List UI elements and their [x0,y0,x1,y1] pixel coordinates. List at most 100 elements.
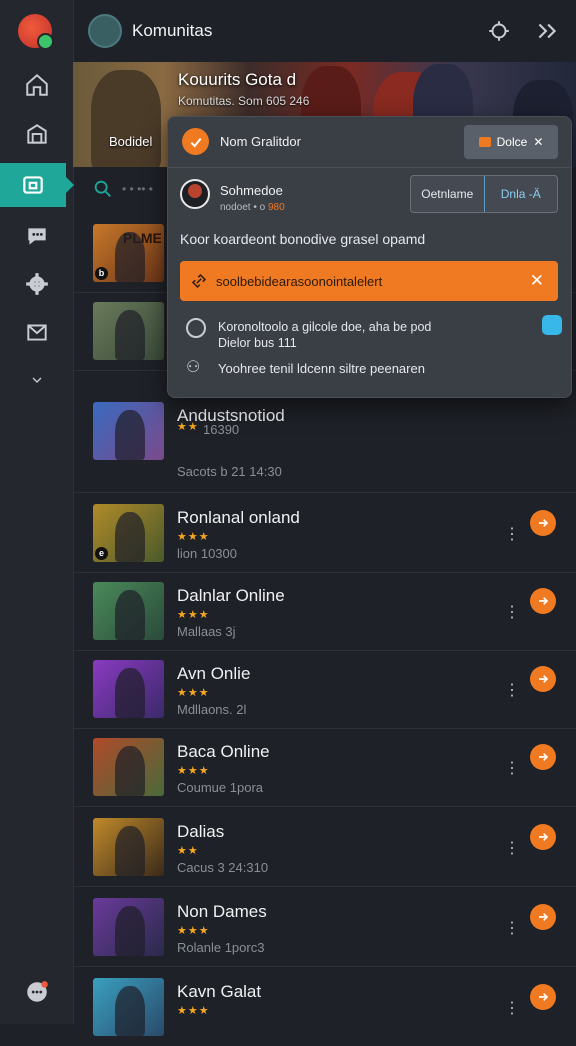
game-thumbnail [93,302,164,360]
rating-stars: ★★★ [177,1005,210,1017]
inbox-icon[interactable] [0,310,73,354]
list-item[interactable]: e Ronlanal onland ★★★ lion 10300 ⋮ [73,494,576,573]
top-header: Komunitas [73,0,576,62]
game-thumbnail [93,898,164,956]
close-button-label: Dolce [496,135,528,149]
rating-stars: ★★★ [177,765,210,777]
more-options-icon[interactable]: ⋮ [504,602,520,622]
notification-popup: Nom Gralitdor Dolce ✕ Sohmedoe nodoet • … [167,116,572,398]
segmented-control[interactable]: Oetnlame Dnla -Ä [410,175,558,213]
alert-text: soolbebidearasoonointalelert [216,273,383,289]
list-item[interactable]: Avn Onlie ★★★ Mdllaons. 2l ⋮ [73,650,576,729]
banner-title: Kouurits Gota d [178,70,297,89]
search-placeholder: • • •• • [122,182,154,196]
game-meta: Mallaas 3j [177,624,236,639]
list-item[interactable]: Kavn Galat ★★★ ⋮ [73,968,576,1046]
sidebar [0,0,74,1024]
popup-description: Koor koardeont bonodive grasel opamd [180,231,426,247]
game-title: Ronlanal onland [177,508,300,527]
join-action-icon[interactable] [530,824,556,850]
user-avatar[interactable] [180,179,210,209]
list-item[interactable]: Dalnlar Online ★★★ Mallaas 3j ⋮ [73,572,576,651]
user-meta-count: 980 [268,202,285,213]
more-options-icon[interactable]: ⋮ [504,998,520,1018]
chat-icon[interactable] [0,214,73,258]
game-meta: Coumue 1pora [177,780,263,795]
chevron-down-icon[interactable] [0,360,73,400]
store-icon[interactable] [0,112,73,156]
join-action-icon[interactable] [530,588,556,614]
thumbnail-badge: b [95,267,108,280]
game-meta: Mdllaons. 2l [177,702,247,717]
game-thumbnail [93,402,164,460]
game-thumbnail [93,978,164,1036]
game-thumbnail: PLME b [93,224,164,282]
popup-header: Nom Gralitdor Dolce ✕ [168,117,571,168]
rating-stars: ★★★ [177,609,210,621]
game-thumbnail [93,660,164,718]
game-meta-secondary: Sacots b 21 14:30 [177,464,282,479]
search-bar[interactable]: • • •• • [92,178,153,200]
check-icon [182,128,209,155]
more-options-icon[interactable]: ⋮ [504,918,520,938]
more-options-icon[interactable]: ⋮ [504,838,520,858]
list-item[interactable]: Dalias ★★ Cacus 3 24:310 ⋮ [73,808,576,887]
game-meta: 16390 [203,422,240,437]
join-action-icon[interactable] [530,904,556,930]
banner-subtitle: Komutitas. Som 605 246 [178,94,310,108]
more-options-icon[interactable]: ⋮ [504,524,520,544]
join-action-icon[interactable] [530,510,556,536]
game-meta: Rolanle 1porc3 [177,940,265,955]
link-icon [191,273,207,289]
user-meta-text: nodoet • o [220,202,266,213]
people-icon: ⚇ [186,359,201,376]
user-name: Sohmedoe [220,183,283,198]
calendar-icon [478,137,491,147]
segment-left[interactable]: Oetnlame [411,176,484,212]
support-chat-icon[interactable] [0,970,73,1014]
close-icon: ✕ [533,135,544,149]
home-icon[interactable] [0,63,73,107]
rating-stars: ★★ [177,421,199,433]
segment-right[interactable]: Dnla -Ä [483,176,558,212]
toggle-icon[interactable] [542,315,562,335]
join-action-icon[interactable] [530,984,556,1010]
list-item[interactable]: Non Dames ★★★ Rolanle 1porc3 ⋮ [73,888,576,967]
double-chevron-right-icon[interactable] [534,18,560,44]
game-thumbnail [93,818,164,876]
game-meta: Cacus 3 24:310 [177,860,269,875]
dismiss-icon[interactable]: ✕ [530,271,544,291]
thumbnail-badge: e [95,547,108,560]
settings-icon[interactable] [0,262,73,306]
game-meta: lion 10300 [177,546,237,561]
notifications-icon[interactable] [486,18,512,44]
info-icon [186,318,206,338]
game-title: Non Dames [177,902,267,921]
info-text: Koronoltoolo a gilcole doe, aha be pod D… [218,319,431,351]
join-action-icon[interactable] [530,666,556,692]
alert-bar[interactable]: soolbebidearasoonointalelert ✕ [180,261,558,301]
game-title: Avn Onlie [177,664,251,683]
list-item[interactable]: Andustsnotiod ★★ 16390 Sacots b 21 14:30 [73,392,576,493]
rating-stars: ★★★ [177,531,210,543]
more-options-icon[interactable]: ⋮ [504,680,520,700]
app-logo[interactable] [18,14,54,50]
game-title: Kavn Galat [177,982,262,1001]
user-meta: nodoet • o 980 [220,202,285,213]
game-title: Dalias [177,822,225,841]
banner-tag: Bodidel [109,134,153,149]
game-title: Dalnlar Online [177,586,285,605]
join-action-icon[interactable] [530,744,556,770]
list-item[interactable]: Baca Online ★★★ Coumue 1pora ⋮ [73,728,576,807]
rating-stars: ★★ [177,845,199,857]
info-line-1: Koronoltoolo a gilcole doe, aha be pod [218,320,432,334]
game-thumbnail [93,738,164,796]
page-title: Komunitas [132,21,213,40]
community-icon[interactable] [0,163,74,207]
game-title: Baca Online [177,742,270,761]
search-icon [94,180,111,197]
avatar[interactable] [88,14,122,48]
more-options-icon[interactable]: ⋮ [504,758,520,778]
close-button[interactable]: Dolce ✕ [464,125,558,159]
rating-stars: ★★★ [177,687,210,699]
